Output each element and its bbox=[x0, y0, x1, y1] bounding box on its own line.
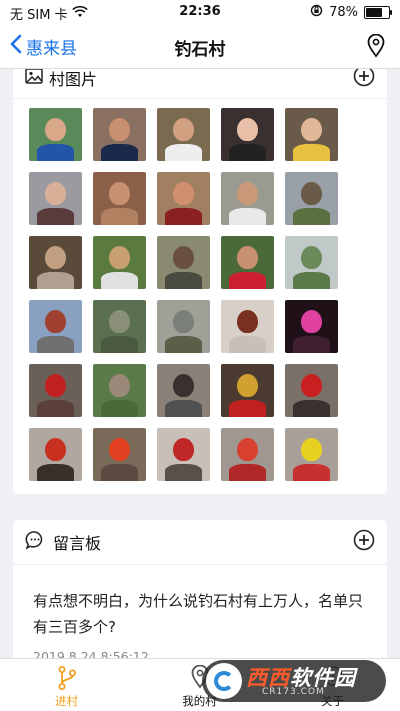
photos-section-title: 村图片 bbox=[49, 70, 98, 89]
plus-circle-icon bbox=[353, 529, 375, 551]
photo-thumbnail[interactable] bbox=[29, 364, 82, 417]
photo-thumbnail[interactable] bbox=[157, 428, 210, 481]
photo-thumbnail[interactable] bbox=[157, 108, 210, 161]
photos-card: 村图片 bbox=[13, 69, 387, 494]
battery-fill bbox=[366, 8, 382, 17]
plus-circle-icon bbox=[353, 69, 375, 87]
photo-thumbnail[interactable] bbox=[29, 300, 82, 353]
photo-thumbnail[interactable] bbox=[29, 108, 82, 161]
photo-thumbnail[interactable] bbox=[93, 428, 146, 481]
watermark: 西西软件园 CR173.COM bbox=[202, 660, 386, 702]
status-bar: 无 SIM 卡 22:36 78% bbox=[0, 0, 400, 24]
message-board-card: 留言板 有点想不明白，为什么说钓石村有上万人，名单只有三百多个? 2019.8.… bbox=[13, 520, 387, 658]
photos-card-header: 村图片 bbox=[13, 69, 387, 99]
photo-thumbnail[interactable] bbox=[285, 172, 338, 225]
photo-thumbnail[interactable] bbox=[221, 236, 274, 289]
message-card-header: 留言板 bbox=[13, 520, 387, 565]
battery-icon bbox=[364, 6, 392, 19]
content-area[interactable]: 村图片 留言板 有点想不明白，为什么说钓石村有上万人，名单只有三百多个? 201… bbox=[0, 69, 400, 658]
location-pin-icon bbox=[366, 33, 386, 62]
tab-enter-village[interactable]: 进村 bbox=[0, 659, 133, 711]
battery-percent: 78% bbox=[329, 5, 358, 20]
photo-thumbnail[interactable] bbox=[157, 172, 210, 225]
photo-thumbnail[interactable] bbox=[221, 108, 274, 161]
add-message-button[interactable] bbox=[353, 529, 375, 555]
message-text[interactable]: 有点想不明白，为什么说钓石村有上万人，名单只有三百多个? bbox=[33, 588, 373, 640]
photo-thumbnail[interactable] bbox=[93, 364, 146, 417]
photo-thumbnail[interactable] bbox=[285, 364, 338, 417]
photo-thumbnail[interactable] bbox=[157, 236, 210, 289]
image-icon bbox=[25, 69, 43, 88]
photo-thumbnail[interactable] bbox=[221, 300, 274, 353]
photo-thumbnail[interactable] bbox=[285, 428, 338, 481]
tab-label: 进村 bbox=[55, 694, 78, 708]
watermark-logo bbox=[206, 663, 242, 699]
photo-thumbnail[interactable] bbox=[29, 172, 82, 225]
photo-thumbnail[interactable] bbox=[221, 428, 274, 481]
photo-thumbnail[interactable] bbox=[93, 108, 146, 161]
photo-thumbnail[interactable] bbox=[29, 428, 82, 481]
add-photo-button[interactable] bbox=[353, 69, 375, 91]
rotation-lock-icon bbox=[310, 4, 323, 21]
photo-thumbnail[interactable] bbox=[93, 172, 146, 225]
photo-thumbnail[interactable] bbox=[285, 236, 338, 289]
photo-thumbnail[interactable] bbox=[29, 236, 82, 289]
chat-bubble-icon bbox=[25, 530, 45, 554]
branch-icon bbox=[56, 665, 78, 695]
message-section-title: 留言板 bbox=[53, 534, 102, 553]
location-button[interactable] bbox=[366, 33, 386, 62]
message-timestamp: 2019.8.24 8:56:12 bbox=[33, 649, 149, 658]
nav-bar: 惠来县 钓石村 bbox=[0, 24, 400, 69]
photo-thumbnail[interactable] bbox=[93, 300, 146, 353]
photo-thumbnail[interactable] bbox=[93, 236, 146, 289]
status-right: 78% bbox=[310, 4, 392, 21]
photo-thumbnail[interactable] bbox=[285, 300, 338, 353]
photo-thumbnail[interactable] bbox=[221, 172, 274, 225]
watermark-site: CR173.COM bbox=[262, 687, 325, 697]
page-title: 钓石村 bbox=[174, 40, 226, 60]
photo-thumbnail[interactable] bbox=[157, 364, 210, 417]
photo-thumbnail[interactable] bbox=[157, 300, 210, 353]
photo-thumbnail[interactable] bbox=[221, 364, 274, 417]
photo-thumbnail[interactable] bbox=[285, 108, 338, 161]
